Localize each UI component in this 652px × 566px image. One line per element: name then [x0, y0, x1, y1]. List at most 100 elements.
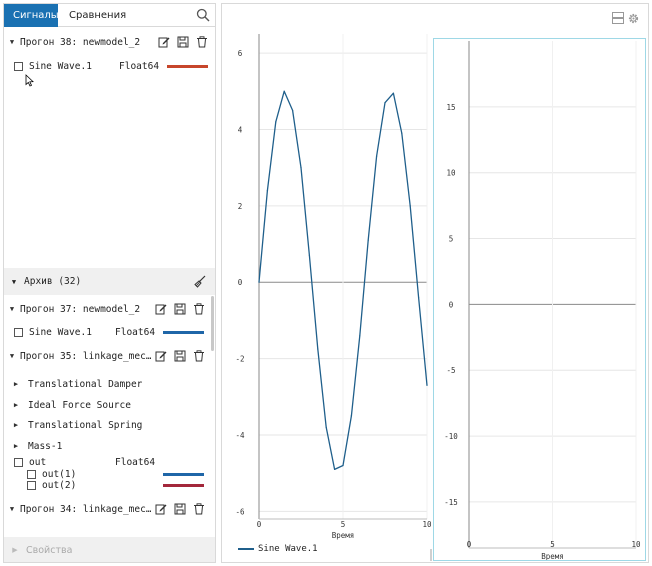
plot-1-data-point	[292, 109, 294, 111]
plot-1-data-point	[308, 254, 310, 257]
plot-area: 6 4 2 0 -2 -4 -6 0 5 10 Время 15 10 5 0 -5 -10 -15 0 5 10 Вре…	[221, 3, 649, 563]
plot-1-y-tick-label: 0	[238, 278, 243, 287]
tree-item-ideal-force-source[interactable]: ▶ Ideal Force Source	[4, 397, 131, 413]
plot-1-data-point	[384, 102, 386, 104]
run-37-header[interactable]: ▼ Прогон 37: newmodel_2	[4, 298, 210, 320]
plot-1-x-tick-label: 0	[257, 520, 262, 529]
edit-icon[interactable]	[151, 348, 170, 364]
signal-row[interactable]: Sine Wave.1 Float64	[14, 59, 214, 74]
collapse-triangle-icon[interactable]: ▼	[4, 305, 20, 313]
plot-1-y-tick-label: 4	[238, 125, 243, 134]
signal-color-line[interactable]	[163, 473, 204, 476]
save-icon[interactable]	[170, 301, 189, 317]
delete-icon[interactable]	[192, 34, 211, 50]
expand-triangle-icon[interactable]: ▶	[4, 401, 28, 409]
plot-1-x-tick-label: 5	[341, 520, 346, 529]
plot-1-data-point	[376, 155, 378, 157]
expand-triangle-icon[interactable]: ▶	[4, 442, 28, 450]
signal-checkbox[interactable]	[27, 481, 36, 490]
plot-1-data-point	[325, 426, 327, 428]
plot-1-data-point	[317, 348, 319, 350]
properties-label: Свойства	[26, 544, 73, 556]
save-icon[interactable]	[170, 348, 189, 364]
plot-1-y-tick-label: -6	[235, 507, 245, 516]
signal-color-line[interactable]	[163, 331, 204, 334]
signal-type: Float64	[119, 61, 160, 72]
delete-icon[interactable]	[189, 301, 208, 317]
plots-svg[interactable]: 6420-2-4-60 5 10Время151050-5-10-150 5 10Вре…	[222, 4, 650, 564]
plot-1-data-point	[342, 464, 344, 467]
edit-icon[interactable]	[154, 34, 173, 50]
plot-splitter-handle	[430, 549, 432, 561]
collapse-triangle-icon[interactable]: ▼	[4, 352, 20, 360]
run-35-label: Прогон 35: linkage_mec…	[20, 350, 151, 362]
plot-1-y-tick-label: -2	[235, 355, 244, 364]
plot-1-y-tick-label: 6	[238, 49, 243, 58]
collapse-triangle-icon[interactable]: ▼	[4, 505, 20, 513]
tab-comparisons[interactable]: Сравнения	[60, 4, 135, 27]
properties-section[interactable]: ▶ Свойства	[4, 537, 215, 562]
collapse-triangle-icon[interactable]: ▼	[4, 38, 20, 46]
scrollbar-thumb[interactable]	[211, 296, 214, 351]
signal-name: Sine Wave.1	[29, 61, 92, 72]
signals-panel: Сигналы Сравнения ▼ Прогон 38: newmodel_…	[3, 3, 216, 563]
signal-color-line[interactable]	[163, 484, 204, 487]
plot-1-data-point	[350, 415, 352, 417]
expand-triangle-icon[interactable]: ▶	[4, 380, 28, 388]
signal-type: Float64	[115, 327, 156, 338]
plot-1-y-tick-label: 2	[238, 202, 243, 211]
signal-name: out(2)	[42, 480, 77, 491]
legend-swatch	[238, 548, 254, 550]
tree-item-label: Translational Damper	[28, 378, 143, 390]
broom-icon[interactable]	[193, 275, 206, 288]
plot-1-data-point	[266, 189, 268, 192]
plot-1-data-point	[300, 167, 302, 169]
plot-2-y-tick-label: -10	[444, 432, 458, 441]
signal-color-line[interactable]	[167, 65, 208, 68]
expand-triangle-icon[interactable]: ▶	[4, 546, 26, 554]
legend-label: Sine Wave.1	[258, 544, 318, 554]
archive-section[interactable]: ▼ Архив (32)	[4, 268, 215, 295]
plot-1-y-tick-label: -4	[235, 431, 245, 440]
tree-item-translational-spring[interactable]: ▶ Translational Spring	[4, 417, 143, 433]
tree-item-mass-1[interactable]: ▶ Mass-1	[4, 438, 62, 454]
plot-2-y-tick-label: -5	[446, 366, 455, 375]
plot-1-x-tick-label: 10	[422, 520, 432, 529]
delete-icon[interactable]	[189, 348, 208, 364]
tree-item-label: Translational Spring	[28, 419, 143, 431]
plot-1-data-point	[367, 239, 369, 241]
run-38-label: Прогон 38: newmodel_2	[20, 36, 141, 48]
plot-2-y-tick-label: 15	[446, 103, 455, 112]
plot-1-data-point	[258, 281, 260, 283]
plot-2-y-tick-label: 0	[449, 300, 454, 309]
plot-1-data-point	[426, 384, 428, 386]
plot-2-y-tick-label: 5	[449, 235, 454, 244]
signal-name: Sine Wave.1	[29, 327, 92, 338]
mouse-cursor-icon	[25, 74, 34, 87]
signal-checkbox[interactable]	[14, 328, 23, 337]
save-icon[interactable]	[173, 34, 192, 50]
run-34-label: Прогон 34: linkage_mec…	[20, 503, 151, 515]
plot-2-y-tick-label: 10	[446, 169, 456, 178]
edit-icon[interactable]	[151, 501, 170, 517]
run-35-header[interactable]: ▼ Прогон 35: linkage_mec…	[4, 345, 210, 367]
tab-signals[interactable]: Сигналы	[4, 4, 59, 27]
signal-row[interactable]: Sine Wave.1 Float64	[14, 325, 210, 340]
delete-icon[interactable]	[189, 501, 208, 517]
plot-2-y-tick-label: -15	[444, 498, 458, 507]
run-34-header[interactable]: ▼ Прогон 34: linkage_mec…	[4, 498, 210, 520]
plot-1-data-point	[401, 132, 403, 134]
expand-triangle-icon[interactable]: ▶	[4, 421, 28, 429]
collapse-triangle-icon[interactable]: ▼	[4, 278, 24, 286]
signal-row-out-2[interactable]: out(2)	[27, 478, 210, 493]
save-icon[interactable]	[170, 501, 189, 517]
signal-checkbox[interactable]	[14, 62, 23, 71]
run-38-header[interactable]: ▼ Прогон 38: newmodel_2	[4, 31, 215, 53]
plot-2-x-axis-label: Время	[541, 552, 564, 561]
plot-1-data-point	[409, 205, 411, 207]
plot-1-data-point	[392, 92, 394, 94]
signal-checkbox[interactable]	[14, 458, 23, 467]
search-icon[interactable]	[196, 8, 210, 22]
tree-item-translational-damper[interactable]: ▶ Translational Damper	[4, 376, 143, 392]
edit-icon[interactable]	[151, 301, 170, 317]
